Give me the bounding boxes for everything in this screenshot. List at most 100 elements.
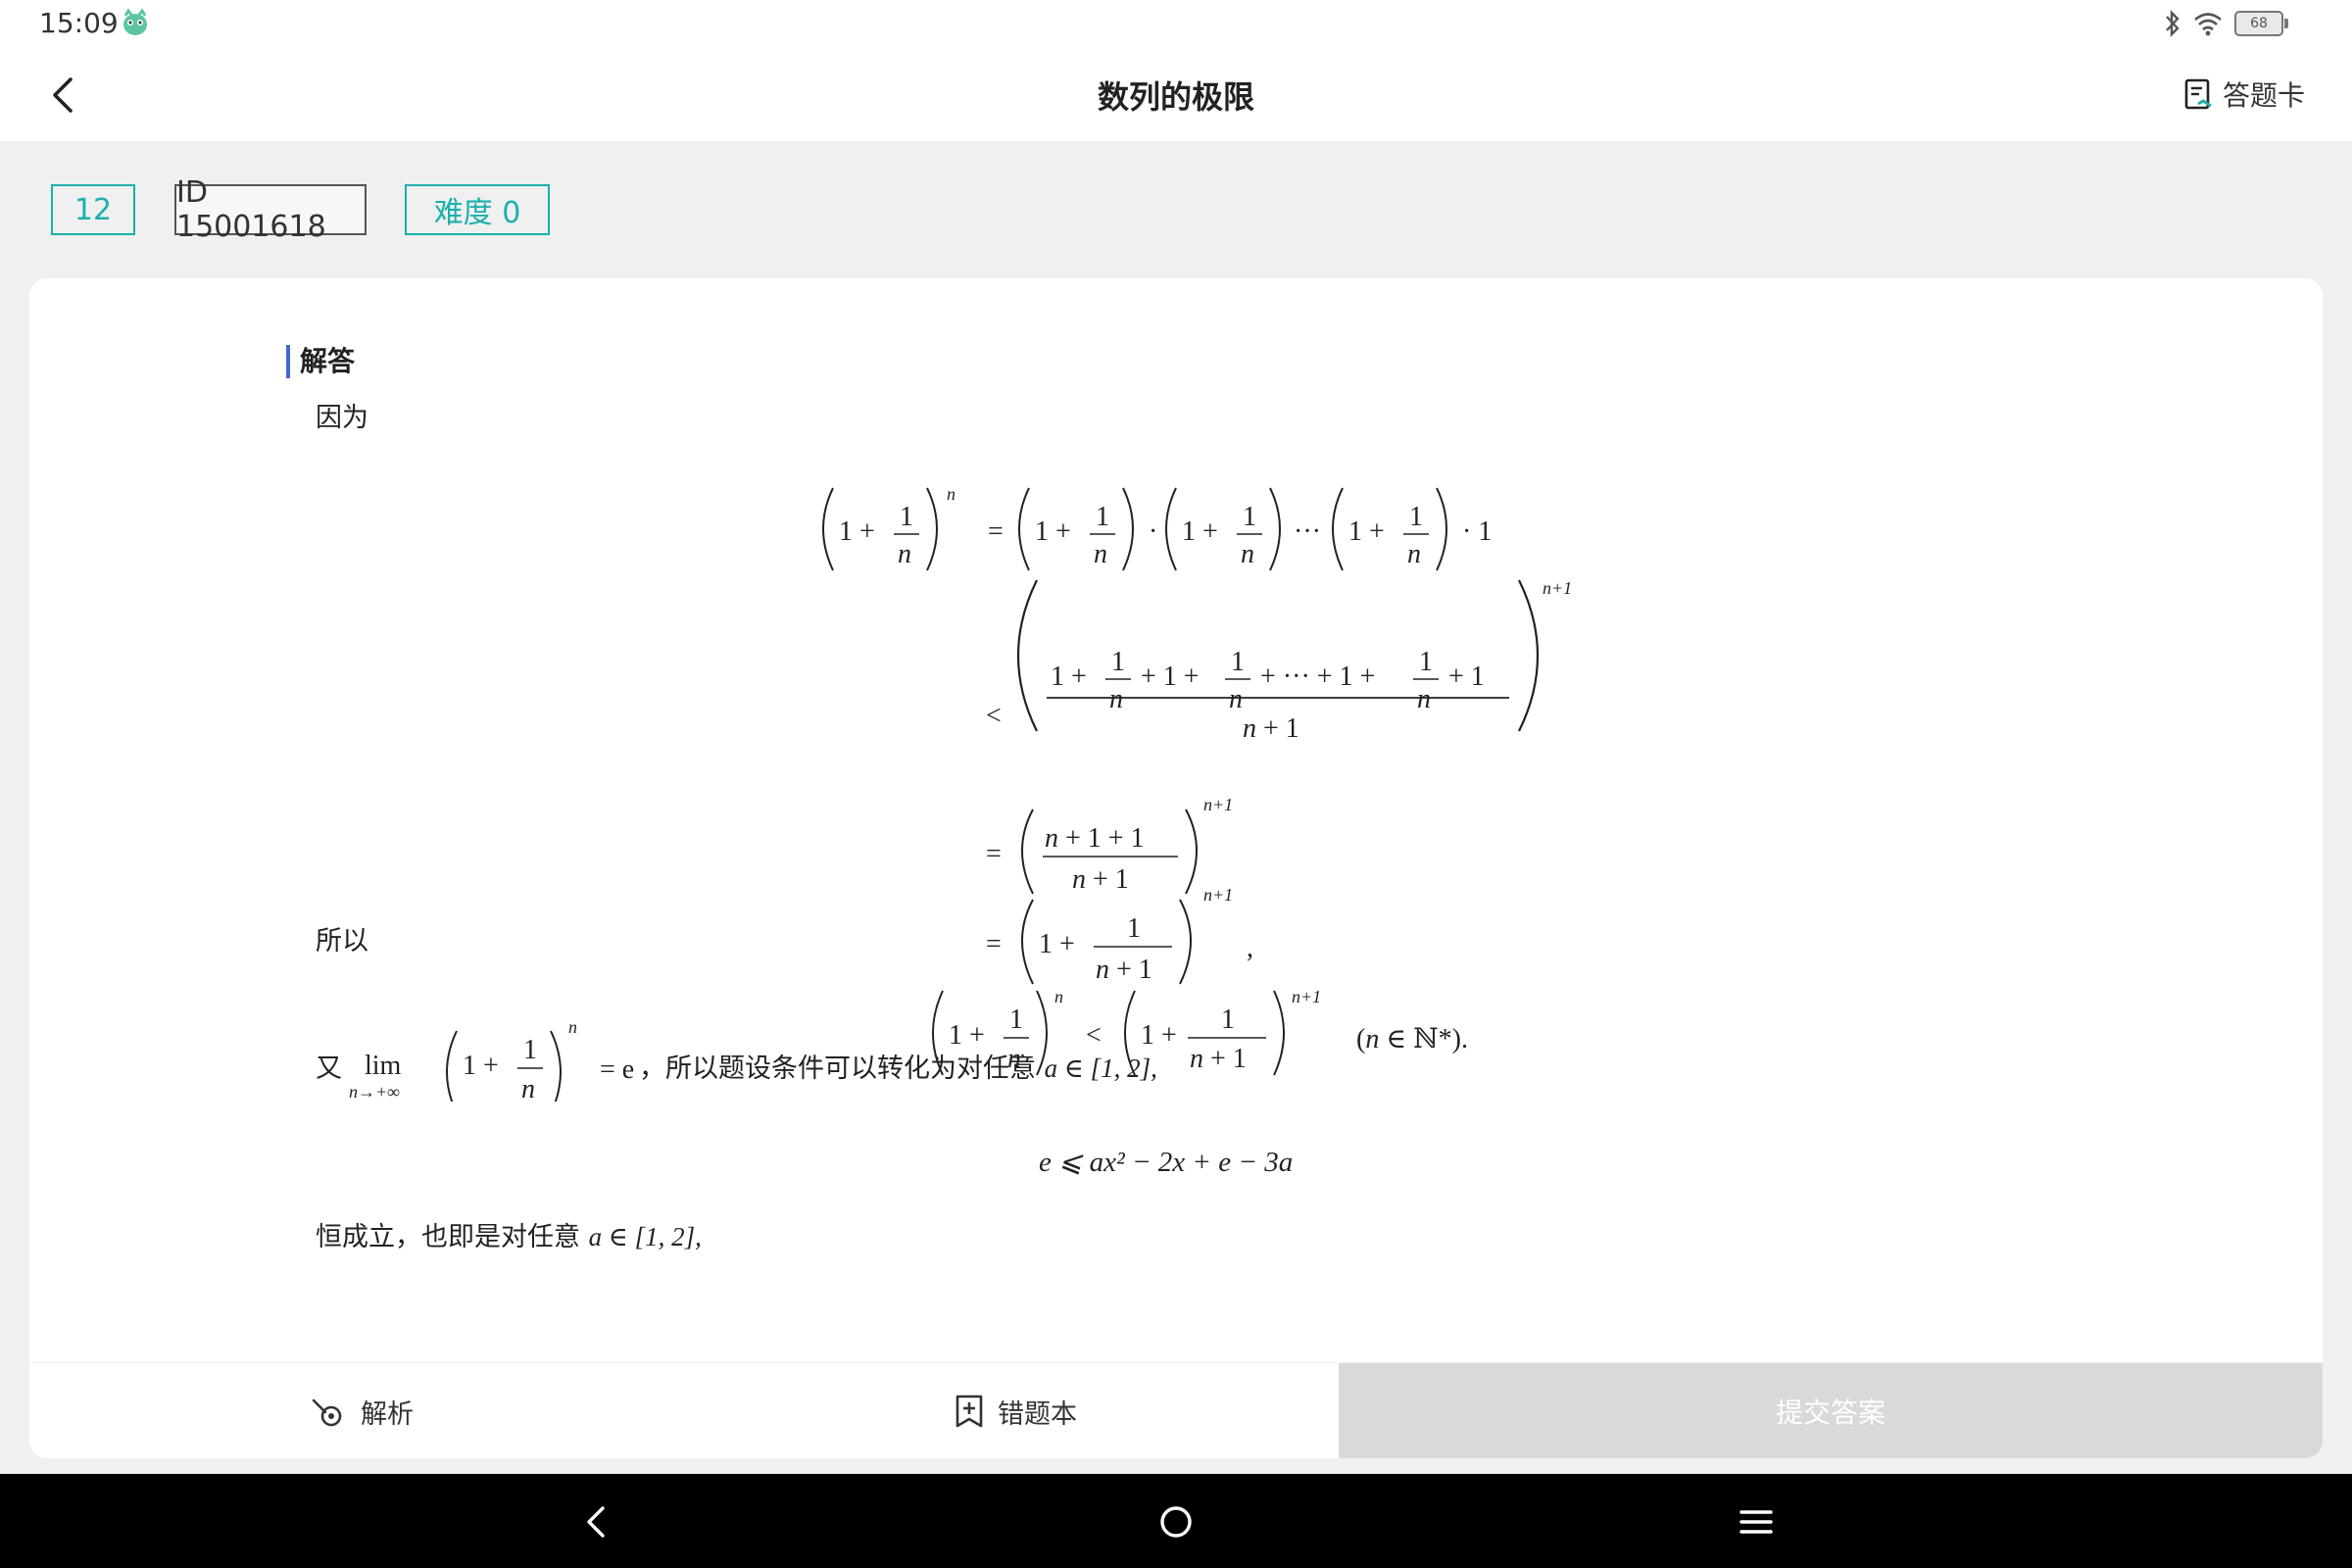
svg-text:=: = bbox=[986, 929, 1002, 959]
paragraph-also-suffix: ，所以题设条件可以转化为对任意 a ∈ [1, 2], bbox=[639, 1047, 1157, 1085]
svg-text:1 +: 1 + bbox=[1039, 929, 1075, 959]
top-app-bar: 数列的极限 答题卡 bbox=[0, 49, 2352, 141]
solution-card: 解答 因为 1 + 1 n n = 1 + 1 n · 1 + 1 n ··· 1 +… bbox=[29, 278, 2323, 1458]
system-navigation-bar bbox=[0, 1474, 2352, 1568]
nav-menu-icon bbox=[1740, 1510, 1773, 1534]
svg-text:<: < bbox=[986, 701, 1002, 731]
question-id-tag: ID 15001618 bbox=[174, 175, 367, 244]
section-title: 解答 bbox=[286, 345, 355, 378]
svg-text:(n ∈ ℕ*).: (n ∈ ℕ*). bbox=[1356, 1024, 1468, 1054]
constant-text: 恒成立，也即是对任意 bbox=[316, 1222, 580, 1252]
card-action-bar: 解析 错题本 提交答案 bbox=[29, 1362, 2323, 1458]
svg-text:1: 1 bbox=[1243, 502, 1256, 532]
nav-back-icon bbox=[587, 1506, 605, 1538]
math-line-3: = n + 1 + 1 n + 1 n+1 bbox=[986, 795, 1233, 895]
nav-back-button[interactable] bbox=[566, 1495, 625, 1548]
svg-text:n+1: n+1 bbox=[1203, 885, 1233, 905]
difficulty-tag: 难度 0 bbox=[405, 184, 550, 235]
nav-home-icon bbox=[1160, 1506, 1192, 1538]
svg-text:n + 1: n + 1 bbox=[1072, 864, 1129, 895]
math-line-2: < 1 + 1 n + 1 + 1 n + ··· + 1 + 1 n + 1 n +… bbox=[986, 578, 1572, 744]
svg-text:=: = bbox=[986, 839, 1002, 869]
wrongbook-button[interactable]: 错题本 bbox=[955, 1363, 1077, 1458]
answer-sheet-icon bbox=[2184, 78, 2212, 110]
svg-text:···: ··· bbox=[1294, 516, 1321, 547]
svg-text:n + 1: n + 1 bbox=[1243, 713, 1299, 744]
svg-text:n+1: n+1 bbox=[1543, 578, 1572, 598]
math-derivation-block: 1 + 1 n n = 1 + 1 n · 1 + 1 n ··· 1 + 1 n · … bbox=[822, 484, 1572, 985]
svg-text:1: 1 bbox=[1096, 502, 1109, 532]
svg-text:n: n bbox=[947, 484, 956, 504]
svg-text:n: n bbox=[1094, 539, 1107, 569]
svg-text:n: n bbox=[1109, 684, 1123, 714]
interval-a-2: a ∈ [1, 2], bbox=[588, 1222, 702, 1251]
svg-text:+ 1: + 1 bbox=[1448, 662, 1485, 692]
svg-text:lim: lim bbox=[365, 1051, 402, 1081]
paragraph-also-prefix: 又 bbox=[316, 1054, 342, 1084]
math-condition-equation: e ⩽ ax² − 2x + e − 3a bbox=[1039, 1147, 1294, 1178]
paragraph-because: 因为 bbox=[316, 403, 368, 433]
nav-home-button[interactable] bbox=[1147, 1495, 1205, 1548]
math-limit-expression: lim n→+∞ 1 + 1 n n = e bbox=[349, 1017, 634, 1102]
svg-text:n+1: n+1 bbox=[1292, 987, 1321, 1006]
svg-text:·: · bbox=[1149, 516, 1157, 547]
svg-text:1 +: 1 + bbox=[1182, 516, 1218, 547]
battery-indicator: 68 bbox=[2234, 11, 2288, 36]
math-line-4: = 1 + 1 n + 1 n+1 , bbox=[986, 885, 1253, 985]
svg-text:1 +: 1 + bbox=[839, 516, 875, 547]
app-mascot-icon bbox=[123, 8, 147, 35]
svg-text:1 +: 1 + bbox=[1035, 516, 1071, 547]
math-line-1: 1 + 1 n n = 1 + 1 n · 1 + 1 n ··· 1 + 1 n · … bbox=[822, 484, 1492, 571]
svg-text:n→+∞: n→+∞ bbox=[349, 1082, 400, 1102]
svg-text:1 +: 1 + bbox=[1348, 516, 1385, 547]
svg-text:n: n bbox=[898, 539, 911, 569]
svg-text:1: 1 bbox=[1419, 647, 1433, 677]
svg-text:n+1: n+1 bbox=[1203, 795, 1233, 814]
solution-content[interactable]: 解答 因为 1 + 1 n n = 1 + 1 n · 1 + 1 n ··· 1 +… bbox=[29, 278, 2323, 1362]
svg-text:,: , bbox=[1247, 933, 1253, 963]
nav-menu-button[interactable] bbox=[1727, 1495, 1786, 1548]
svg-text:1 +: 1 + bbox=[463, 1051, 499, 1081]
svg-text:1: 1 bbox=[1409, 502, 1423, 532]
svg-text:+ 1 +: + 1 + bbox=[1141, 662, 1200, 692]
submit-answer-button[interactable]: 提交答案 bbox=[1339, 1363, 2323, 1458]
wifi-icon bbox=[2194, 13, 2222, 36]
page-title: 数列的极限 bbox=[1097, 78, 1254, 116]
interval-a-1: a ∈ [1, 2], bbox=[1044, 1054, 1157, 1083]
svg-text:1: 1 bbox=[1009, 1004, 1023, 1035]
bluetooth-icon bbox=[2166, 10, 2180, 37]
svg-text:1: 1 bbox=[900, 502, 913, 532]
paragraph-constant: 恒成立，也即是对任意 a ∈ [1, 2], bbox=[316, 1215, 702, 1253]
svg-text:1: 1 bbox=[1127, 913, 1141, 944]
svg-text:=: = bbox=[988, 516, 1004, 547]
analysis-label: 解析 bbox=[361, 1398, 414, 1430]
svg-text:= e: = e bbox=[600, 1054, 634, 1085]
condition-text: ，所以题设条件可以转化为对任意 bbox=[639, 1054, 1036, 1084]
svg-text:1 +: 1 + bbox=[1051, 662, 1087, 692]
svg-text:1: 1 bbox=[1231, 647, 1245, 677]
svg-text:n: n bbox=[1407, 539, 1421, 569]
svg-text:n: n bbox=[1241, 539, 1254, 569]
status-time: 15:09 bbox=[39, 7, 119, 39]
svg-text:n: n bbox=[1054, 987, 1063, 1006]
svg-text:n: n bbox=[521, 1074, 535, 1102]
analysis-icon bbox=[312, 1398, 342, 1427]
svg-text:n: n bbox=[568, 1017, 577, 1037]
status-bar: 15:09 68 bbox=[0, 0, 2352, 49]
bookmark-add-icon bbox=[956, 1395, 983, 1428]
paragraph-therefore: 所以 bbox=[316, 926, 368, 956]
svg-text:1: 1 bbox=[1111, 647, 1125, 677]
svg-text:· 1: · 1 bbox=[1462, 516, 1492, 547]
answer-card-label: 答题卡 bbox=[2222, 79, 2305, 112]
svg-text:n: n bbox=[1229, 684, 1243, 714]
answer-card-button[interactable]: 答题卡 bbox=[2183, 74, 2305, 114]
wrongbook-label: 错题本 bbox=[998, 1398, 1077, 1430]
question-number-tag: 12 bbox=[51, 184, 135, 235]
status-icons: 68 bbox=[2164, 8, 2288, 39]
svg-text:+ ··· + 1 +: + ··· + 1 + bbox=[1260, 662, 1375, 692]
analysis-button[interactable]: 解析 bbox=[310, 1363, 414, 1458]
svg-text:n + 1 + 1: n + 1 + 1 bbox=[1045, 823, 1145, 854]
svg-text:n + 1: n + 1 bbox=[1190, 1044, 1247, 1074]
svg-text:1: 1 bbox=[523, 1035, 537, 1065]
svg-text:n: n bbox=[1417, 684, 1431, 714]
